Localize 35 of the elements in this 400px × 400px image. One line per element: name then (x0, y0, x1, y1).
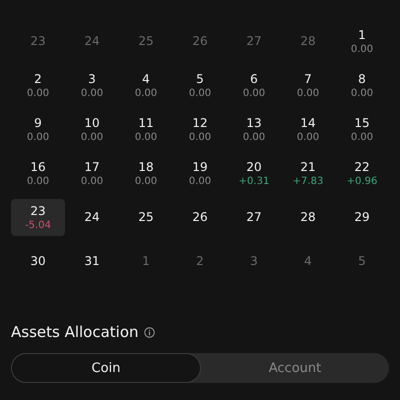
calendar-day[interactable]: 28 (281, 199, 335, 236)
calendar-day[interactable]: 13 0.00 (227, 111, 281, 148)
segment-tab[interactable]: Account (201, 353, 389, 383)
segment-tab[interactable]: Coin (11, 353, 201, 383)
calendar-day[interactable]: 6 0.00 (227, 67, 281, 104)
calendar-day[interactable]: 26 (173, 199, 227, 236)
calendar-day[interactable]: 23 -5.04 (11, 199, 65, 236)
calendar-day[interactable]: 10 0.00 (65, 111, 119, 148)
calendar-day[interactable]: 29 (335, 199, 389, 236)
calendar-day[interactable]: 24 (65, 199, 119, 236)
info-icon[interactable] (144, 326, 155, 338)
calendar-day[interactable]: 2 0.00 (11, 67, 65, 104)
calendar-day[interactable]: 14 0.00 (281, 111, 335, 148)
calendar-day[interactable]: 17 0.00 (65, 155, 119, 192)
calendar-day[interactable]: 22 +0.96 (335, 155, 389, 192)
calendar-day[interactable]: 31 (65, 243, 119, 280)
calendar-day[interactable]: 1 0.00 (335, 23, 389, 60)
calendar-day[interactable]: 4 0.00 (119, 67, 173, 104)
calendar-day[interactable]: 7 0.00 (281, 67, 335, 104)
calendar-day[interactable]: 20 +0.31 (227, 155, 281, 192)
section-title: Assets Allocation (11, 323, 139, 341)
calendar-day[interactable]: 21 +7.83 (281, 155, 335, 192)
calendar-day[interactable]: 9 0.00 (11, 111, 65, 148)
calendar-day[interactable]: 3 0.00 (65, 67, 119, 104)
calendar-day[interactable]: 18 0.00 (119, 155, 173, 192)
calendar-day[interactable]: 12 0.00 (173, 111, 227, 148)
calendar-day[interactable]: 16 0.00 (11, 155, 65, 192)
calendar-day[interactable]: 8 0.00 (335, 67, 389, 104)
calendar-day[interactable]: 25 (119, 199, 173, 236)
calendar-day[interactable]: 11 0.00 (119, 111, 173, 148)
calendar-day[interactable]: 15 0.00 (335, 111, 389, 148)
calendar-day[interactable]: 27 (227, 199, 281, 236)
calendar-day[interactable]: 5 0.00 (173, 67, 227, 104)
calendar-day[interactable]: 30 (11, 243, 65, 280)
calendar-day[interactable]: 19 0.00 (173, 155, 227, 192)
